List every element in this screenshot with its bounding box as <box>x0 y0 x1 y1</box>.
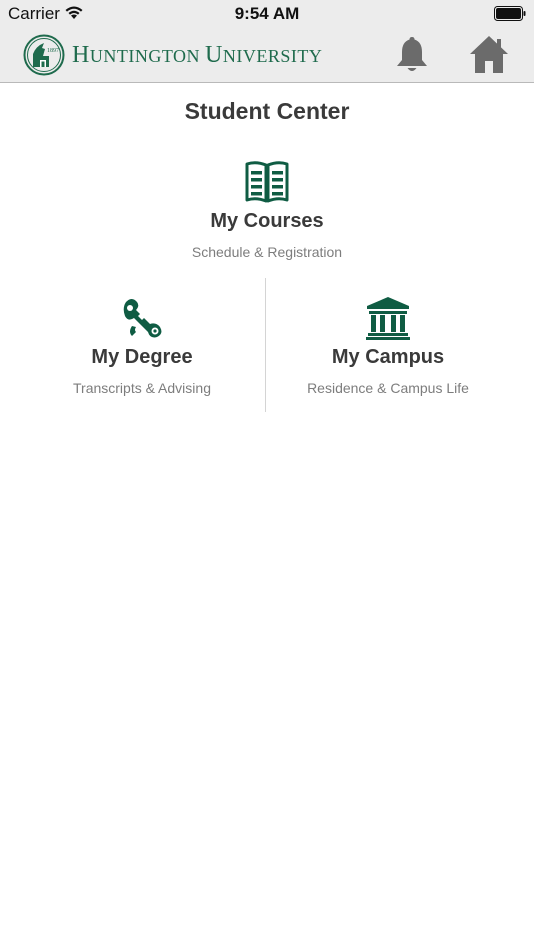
my-campus-tile[interactable]: My Campus Residence & Campus Life <box>288 296 488 396</box>
status-bar: Carrier 9:54 AM <box>0 0 534 28</box>
open-book-icon <box>245 161 289 203</box>
tile-divider <box>265 278 266 412</box>
my-courses-title: My Courses <box>210 210 324 232</box>
clock: 9:54 AM <box>234 4 300 23</box>
nav-bar: 1897 HUNTINGTON UNIVERSITY <box>0 28 534 83</box>
seal-year: 1897 <box>47 48 59 54</box>
my-degree-subtitle: Transcripts & Advising <box>73 380 211 396</box>
wordmark-untington: UNTINGTON <box>89 46 205 66</box>
my-courses-tile[interactable]: My Courses Schedule & Registration <box>167 160 367 260</box>
my-degree-tile[interactable]: My Degree Transcripts & Advising <box>42 296 242 396</box>
my-campus-subtitle: Residence & Campus Life <box>307 380 469 396</box>
university-seal-icon: 1897 <box>23 34 65 76</box>
university-wordmark[interactable]: HUNTINGTON UNIVERSITY <box>72 42 322 69</box>
page-title: Student Center <box>184 98 350 124</box>
battery-icon <box>494 6 526 21</box>
diploma-scroll-icon <box>123 299 162 338</box>
campus-building-icon <box>366 297 410 340</box>
my-courses-subtitle: Schedule & Registration <box>191 244 343 260</box>
wordmark-u: U <box>205 42 223 68</box>
my-degree-title: My Degree <box>91 346 193 368</box>
my-campus-title: My Campus <box>331 346 445 368</box>
wordmark-niversity: NIVERSITY <box>222 46 323 66</box>
home-icon[interactable] <box>468 34 510 74</box>
bell-icon[interactable] <box>393 34 431 74</box>
wordmark-h: H <box>72 42 90 68</box>
